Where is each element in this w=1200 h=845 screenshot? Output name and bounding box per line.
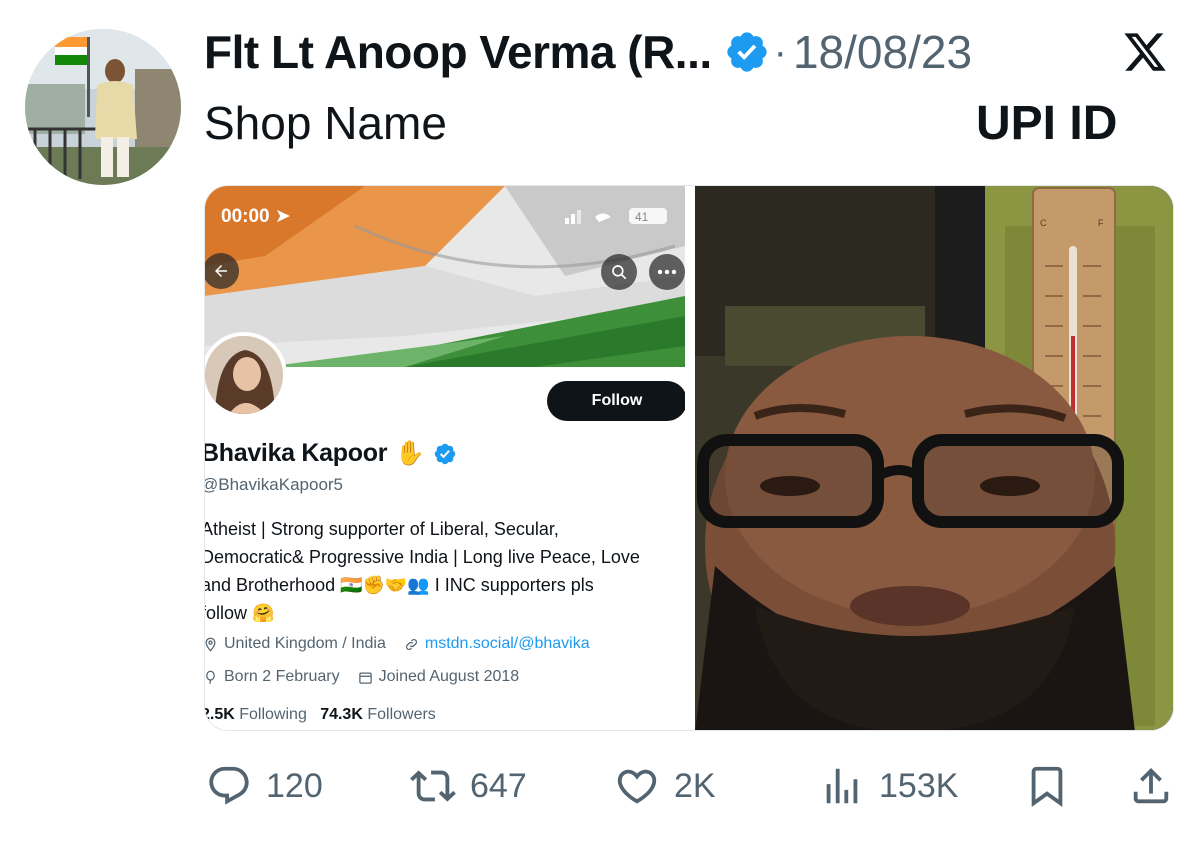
website-item[interactable]: mstdn.social/@bhavika	[404, 635, 590, 653]
profile-handle: @BhavikaKapoor5	[205, 475, 344, 494]
profile-verified-badge-icon	[434, 443, 456, 464]
selfie-illustration: CF	[695, 186, 1173, 730]
tweet-header: Flt Lt Anoop Verma (R... · 18/08/23	[204, 22, 1184, 82]
avatar-photo	[25, 29, 181, 185]
bookmark-button[interactable]	[1024, 758, 1070, 814]
views-chart-icon	[826, 768, 858, 804]
heart-icon	[617, 769, 657, 804]
profile-picture[interactable]	[205, 332, 287, 418]
follow-button[interactable]: Follow	[547, 381, 685, 421]
status-bar-icons: 41	[565, 208, 667, 224]
retweet-button[interactable]: 647	[410, 758, 527, 814]
website-link[interactable]: mstdn.social/@bhavika	[425, 635, 590, 653]
x-logo-icon	[1124, 33, 1166, 71]
svg-text:F: F	[1098, 218, 1104, 228]
following-count[interactable]: 2.5K	[205, 706, 235, 723]
reply-count: 120	[266, 766, 323, 805]
bio-line: Atheist | Strong supporter of Liberal, S…	[205, 519, 559, 539]
reply-icon	[209, 766, 249, 805]
profile-meta-row-2: Born 2 February Joined August 2018	[205, 668, 537, 686]
birthday-item: Born 2 February	[205, 668, 340, 686]
status-bar-time: 00:00 ➤	[221, 206, 291, 227]
joined-item: Joined August 2018	[358, 668, 520, 686]
followers-count[interactable]: 74.3K	[320, 706, 363, 723]
views-button[interactable]: 153K	[819, 758, 958, 814]
profile-display-name: Bhavika Kapoor	[205, 439, 388, 467]
raised-hand-emoji: ✋	[395, 440, 426, 467]
location-item: United Kingdom / India	[205, 635, 386, 653]
profile-bio: Atheist | Strong supporter of Liberal, S…	[205, 515, 681, 627]
author-name[interactable]: Flt Lt Anoop Verma (R...	[204, 25, 712, 79]
verified-badge-icon	[726, 32, 767, 72]
birthday-text: Born 2 February	[224, 668, 340, 685]
separator-dot: ·	[773, 29, 787, 74]
svg-text:41: 41	[635, 210, 649, 224]
calendar-icon	[358, 672, 372, 684]
profile-name-row: Bhavika Kapoor ✋	[205, 439, 457, 468]
media-divider	[685, 186, 695, 730]
profile-meta-row-1: United Kingdom / India mstdn.social/@bha…	[205, 635, 608, 653]
bio-line: Democratic& Progressive India | Long liv…	[205, 547, 640, 567]
tweet-action-bar: 120 647 2K 153K	[204, 758, 1174, 814]
author-avatar[interactable]	[25, 29, 181, 185]
like-count: 2K	[674, 766, 716, 805]
share-upload-icon	[1133, 767, 1169, 804]
views-count: 153K	[879, 766, 959, 805]
tweet-media[interactable]: 00:00 ➤ 41 Follow Bhavika Kapoor ✋ @Bhav…	[204, 185, 1174, 731]
search-icon[interactable]	[601, 254, 637, 290]
profile-screenshot-image[interactable]: 00:00 ➤ 41 Follow Bhavika Kapoor ✋ @Bhav…	[205, 186, 685, 730]
svg-text:C: C	[1040, 218, 1047, 228]
upi-id-overlay-text: UPI ID	[976, 97, 1118, 150]
balloon-icon	[206, 670, 215, 684]
joined-text: Joined August 2018	[378, 668, 520, 685]
profile-banner: 00:00 ➤ 41	[205, 186, 685, 367]
bio-line: follow 🤗	[205, 603, 275, 623]
selfie-photo[interactable]: CF	[695, 186, 1173, 730]
bio-line: and Brotherhood 🇮🇳✊🤝👥 I INC supporters p…	[205, 575, 594, 595]
following-label[interactable]: Following	[239, 706, 307, 723]
location-text: United Kingdom / India	[224, 635, 386, 652]
retweet-count: 647	[470, 766, 527, 805]
profile-follow-stats: 2.5K Following 74.3K Followers	[205, 706, 436, 724]
followers-label[interactable]: Followers	[367, 706, 435, 723]
share-button[interactable]	[1128, 758, 1174, 814]
reply-button[interactable]: 120	[206, 758, 323, 814]
location-pin-icon	[205, 637, 216, 652]
shop-name-overlay-text: Shop Name	[204, 97, 447, 149]
bookmark-icon	[1031, 766, 1063, 807]
more-options-icon[interactable]	[649, 254, 685, 290]
retweet-icon	[410, 770, 456, 802]
like-button[interactable]: 2K	[614, 758, 716, 814]
tweet-date[interactable]: 18/08/23	[793, 25, 972, 79]
link-icon	[405, 638, 417, 650]
